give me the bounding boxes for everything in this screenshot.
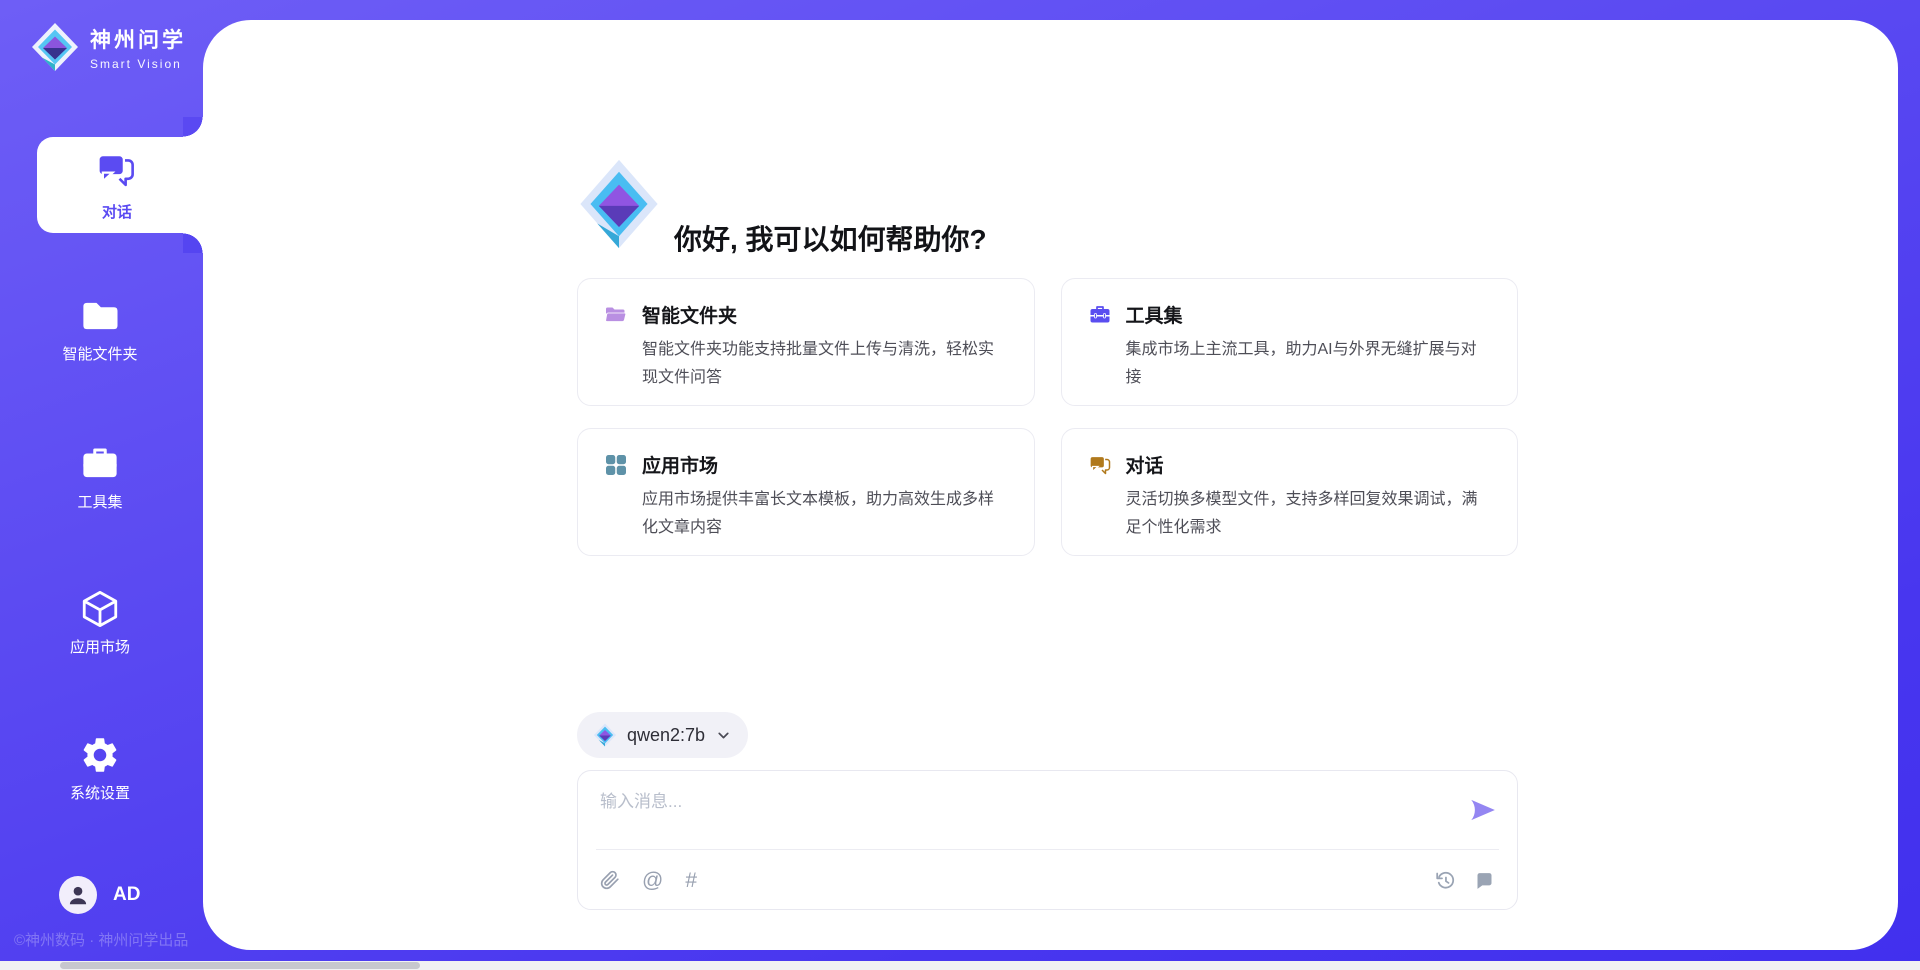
- card-toolset[interactable]: 工具集 集成市场上主流工具，助力AI与外界无缝扩展与对接: [1061, 278, 1519, 406]
- sidebar-item-label: 系统设置: [0, 782, 200, 803]
- sidebar-item-smart-folder[interactable]: 智能文件夹: [0, 295, 200, 364]
- scrollbar-thumb[interactable]: [60, 962, 420, 969]
- grid-icon: [604, 453, 628, 477]
- sidebar-item-label: 对话: [37, 201, 197, 222]
- user-name: AD: [113, 884, 140, 906]
- card-smart-folder[interactable]: 智能文件夹 智能文件夹功能支持批量文件上传与清洗，轻松实现文件问答: [577, 278, 1035, 406]
- briefcase-icon: [1088, 303, 1112, 327]
- chat-bubble-icon[interactable]: [1474, 870, 1495, 891]
- card-title: 对话: [1126, 451, 1164, 478]
- folder-icon: [79, 295, 121, 312]
- sidebar-item-label: 工具集: [0, 491, 200, 512]
- feature-cards: 智能文件夹 智能文件夹功能支持批量文件上传与清洗，轻松实现文件问答 工具集 集成…: [577, 278, 1518, 556]
- folder-open-icon: [604, 303, 628, 327]
- brand-logo: 神州问学 Smart Vision: [30, 22, 186, 72]
- sidebar-item-settings[interactable]: 系统设置: [0, 734, 200, 803]
- composer-divider: [596, 849, 1499, 850]
- cube-icon: [79, 588, 121, 605]
- gear-icon: [79, 734, 121, 751]
- gem-logo-icon: [577, 158, 661, 250]
- horizontal-scrollbar[interactable]: [0, 961, 1920, 970]
- user-profile[interactable]: AD: [59, 876, 140, 914]
- greeting-title: 你好, 我可以如何帮助你?: [674, 218, 987, 258]
- app-root: 神州问学 Smart Vision 对话 智能文件夹 工具集 应用市场 系统设: [0, 0, 1920, 970]
- brand-name: 神州问学: [90, 24, 186, 54]
- sidebar-item-chat[interactable]: 对话: [37, 137, 207, 233]
- chat-bubbles-icon: [1088, 453, 1112, 477]
- model-name: qwen2:7b: [627, 725, 705, 746]
- sidebar-item-app-market[interactable]: 应用市场: [0, 588, 200, 657]
- message-composer: @ #: [577, 770, 1518, 910]
- briefcase-icon: [79, 443, 121, 460]
- person-icon: [65, 882, 91, 908]
- card-title: 工具集: [1126, 301, 1183, 328]
- chevron-down-icon: [715, 727, 732, 744]
- tab-notch-bottom: [183, 233, 203, 253]
- avatar: [59, 876, 97, 914]
- card-title: 智能文件夹: [642, 301, 737, 328]
- sidebar-item-label: 应用市场: [0, 636, 200, 657]
- sidebar-item-label: 智能文件夹: [0, 343, 200, 364]
- gem-logo-icon: [593, 723, 617, 747]
- card-title: 应用市场: [642, 451, 718, 478]
- card-description: 智能文件夹功能支持批量文件上传与清洗，轻松实现文件问答: [604, 336, 1008, 392]
- tab-notch-top: [183, 117, 203, 137]
- card-chat[interactable]: 对话 灵活切换多模型文件，支持多样回复效果调试，满足个性化需求: [1061, 428, 1519, 556]
- message-input[interactable]: [600, 787, 1400, 839]
- paperclip-icon[interactable]: [600, 870, 620, 890]
- card-description: 灵活切换多模型文件，支持多样回复效果调试，满足个性化需求: [1088, 486, 1492, 542]
- brand-subtitle: Smart Vision: [90, 57, 186, 71]
- history-icon[interactable]: [1435, 870, 1456, 891]
- gem-logo-icon: [30, 22, 80, 72]
- sidebar-item-toolset[interactable]: 工具集: [0, 443, 200, 512]
- send-icon[interactable]: [1467, 795, 1497, 825]
- card-app-market[interactable]: 应用市场 应用市场提供丰富长文本模板，助力高效生成多样化文章内容: [577, 428, 1035, 556]
- card-description: 集成市场上主流工具，助力AI与外界无缝扩展与对接: [1088, 336, 1492, 392]
- chat-bubbles-icon: [95, 149, 137, 191]
- at-sign-icon[interactable]: @: [642, 870, 663, 891]
- model-selector[interactable]: qwen2:7b: [577, 712, 748, 758]
- card-description: 应用市场提供丰富长文本模板，助力高效生成多样化文章内容: [604, 486, 1008, 542]
- sidebar: 神州问学 Smart Vision 对话 智能文件夹 工具集 应用市场 系统设: [0, 0, 203, 962]
- copyright-text: ©神州数码 · 神州问学出品: [14, 929, 188, 950]
- hash-icon[interactable]: #: [685, 870, 697, 891]
